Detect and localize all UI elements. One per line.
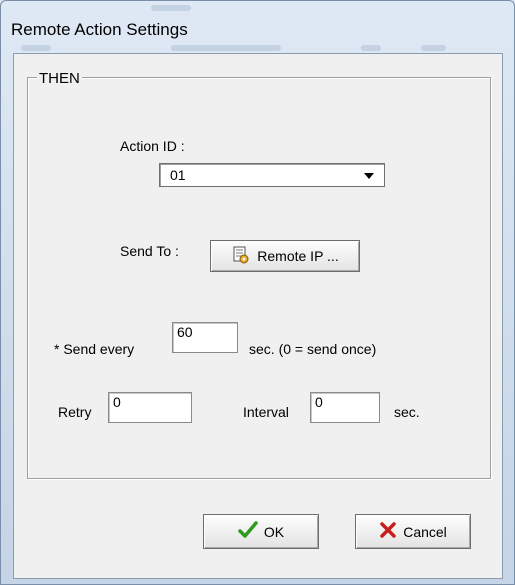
cancel-button-label: Cancel [403, 523, 447, 540]
chevron-down-icon [364, 173, 374, 179]
send-every-label: * Send every [54, 341, 135, 357]
background-ghost [361, 45, 381, 51]
background-ghost [171, 45, 281, 51]
ok-button-label: OK [263, 523, 285, 540]
document-gear-icon [231, 245, 251, 268]
background-ghost [151, 5, 191, 11]
cancel-button[interactable]: Cancel [355, 514, 471, 549]
background-ghost [421, 45, 446, 51]
send-every-input[interactable] [172, 322, 238, 353]
groupbox-title: THEN [37, 70, 82, 87]
ok-button[interactable]: OK [203, 514, 319, 549]
send-every-suffix: sec. (0 = send once) [249, 341, 377, 357]
checkmark-icon [238, 521, 258, 542]
x-mark-icon [379, 521, 397, 542]
interval-label: Interval [243, 404, 289, 420]
window-title: Remote Action Settings [11, 20, 188, 39]
retry-input[interactable] [108, 392, 192, 423]
interval-input[interactable] [310, 392, 380, 423]
dialog-window: Remote Action Settings THEN Action ID : … [0, 0, 515, 585]
remote-ip-button-label: Remote IP ... [257, 248, 339, 264]
send-to-label: Send To : [120, 243, 179, 259]
remote-ip-button[interactable]: Remote IP ... [210, 240, 360, 272]
interval-unit: sec. [394, 404, 420, 420]
action-id-dropdown[interactable]: 01 [159, 163, 385, 187]
title-bar[interactable]: Remote Action Settings [1, 1, 514, 53]
background-ghost [21, 45, 51, 51]
action-id-value: 01 [170, 167, 186, 183]
dialog-client-area: THEN Action ID : 01 Send To : Remote IP … [13, 53, 503, 579]
action-id-label: Action ID : [120, 138, 185, 154]
retry-label: Retry [58, 404, 92, 420]
